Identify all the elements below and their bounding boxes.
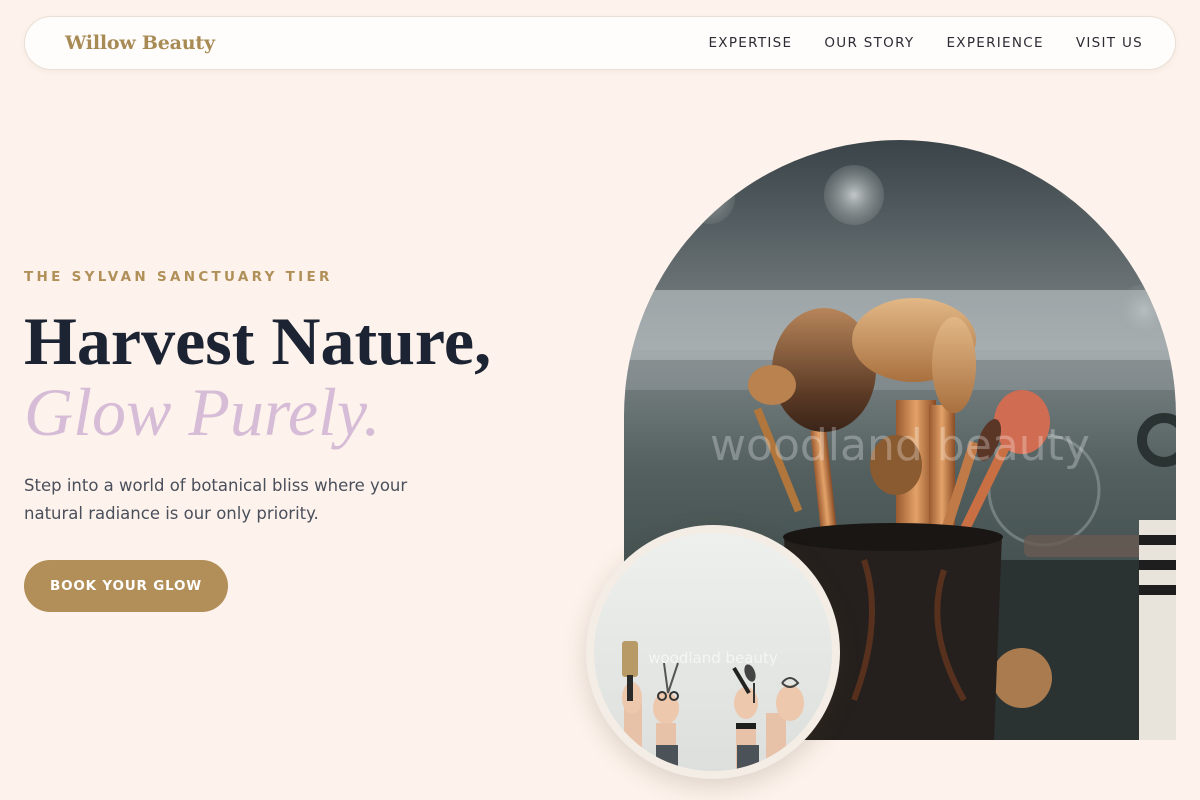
nav-links: EXPERTISE OUR STORY EXPERIENCE VISIT US	[708, 35, 1143, 51]
hero-eyebrow: THE SYLVAN SANCTUARY TIER	[24, 269, 333, 285]
secondary-image-frame: woodland beauty	[586, 525, 840, 779]
nav-link-experience[interactable]: EXPERIENCE	[946, 35, 1043, 51]
book-your-glow-button[interactable]: BOOK YOUR GLOW	[24, 560, 228, 612]
secondary-image-hair-tools: woodland beauty	[594, 533, 832, 771]
hero-headline: Harvest Nature,	[24, 303, 492, 379]
hero-headline-accent: Glow Purely.	[24, 374, 381, 450]
nav-link-visit-us[interactable]: VISIT US	[1076, 35, 1143, 51]
hero-subtext: Step into a world of botanical bliss whe…	[24, 476, 408, 523]
nav-link-our-story[interactable]: OUR STORY	[824, 35, 914, 51]
top-nav: Willow Beauty EXPERTISE OUR STORY EXPERI…	[24, 16, 1176, 70]
brand-logo[interactable]: Willow Beauty	[65, 32, 215, 54]
nav-link-expertise[interactable]: EXPERTISE	[708, 35, 792, 51]
